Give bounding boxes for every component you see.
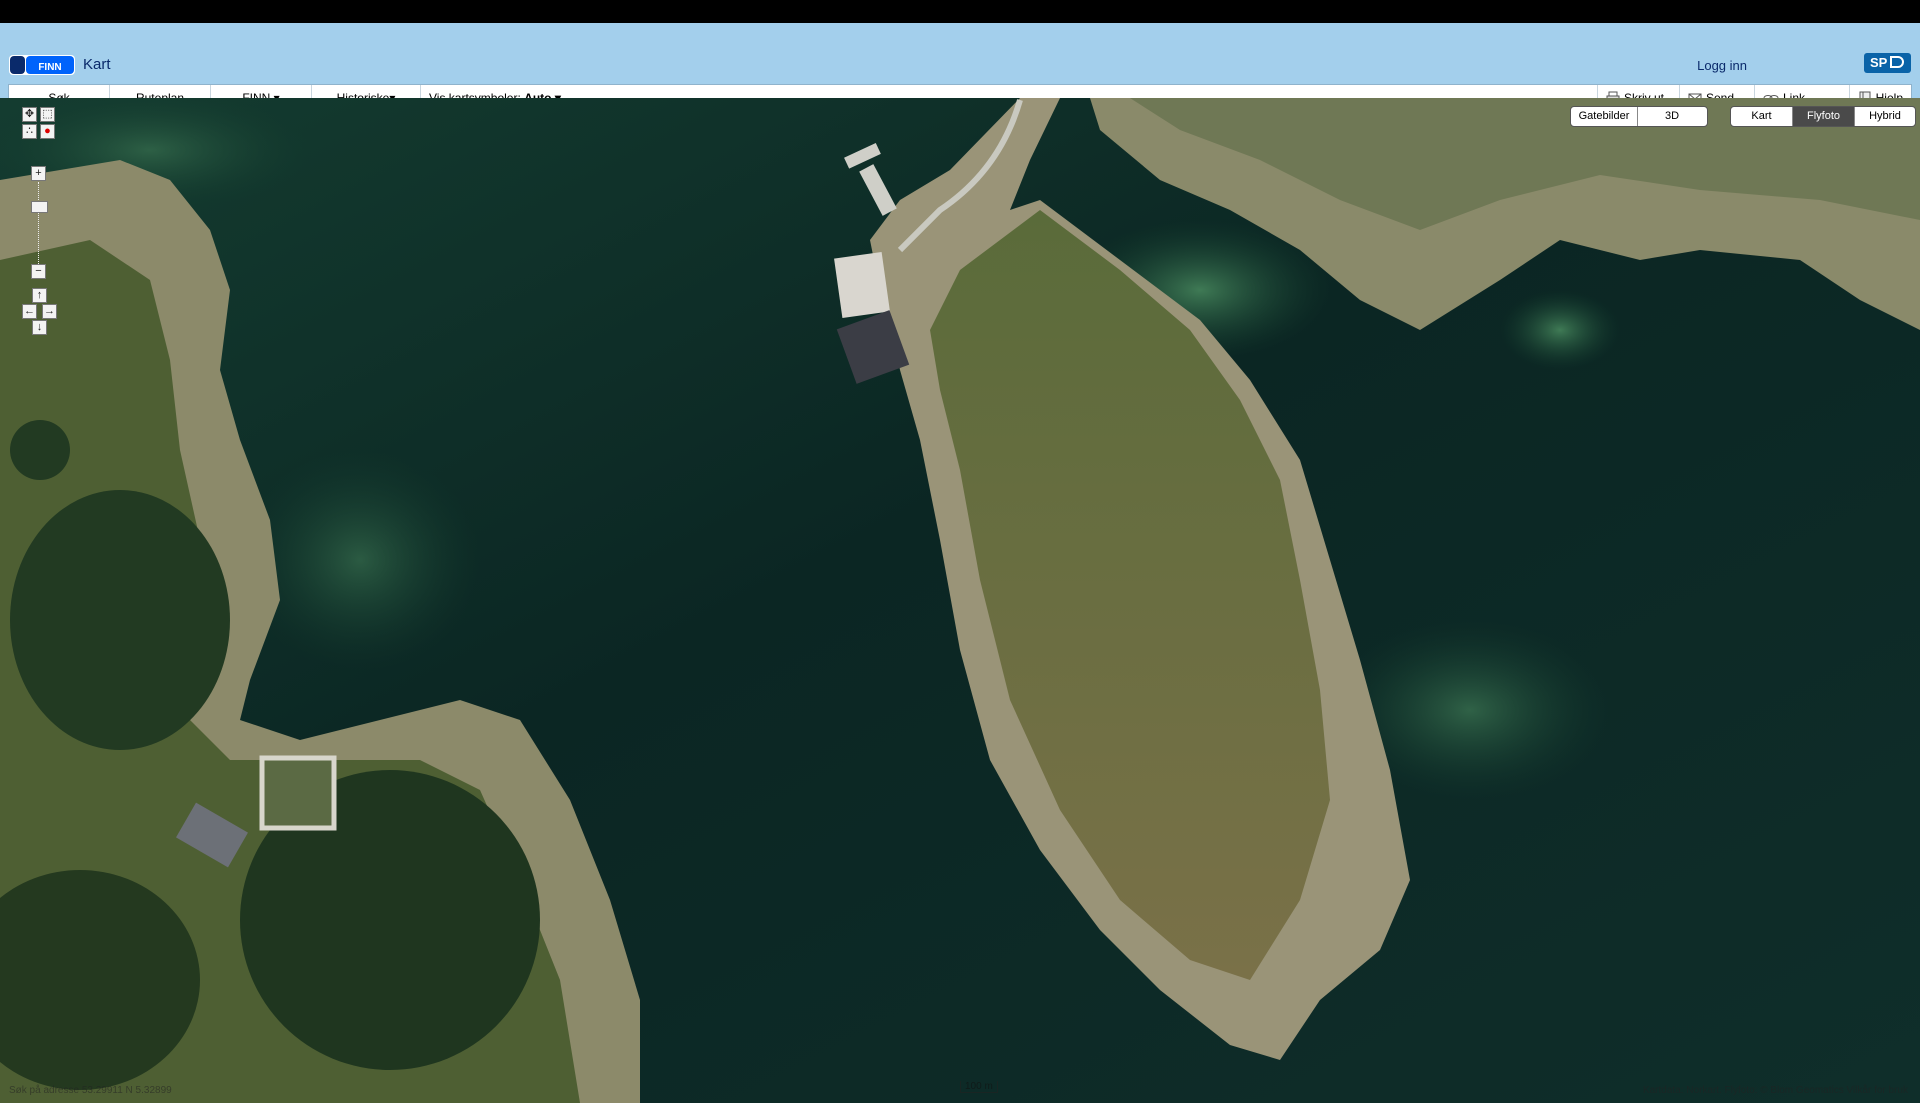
- zoom-slider-track[interactable]: [38, 182, 41, 264]
- partner-logo-text: SP: [1870, 55, 1888, 70]
- map-attribution[interactable]: Kartdata: Norkart. Flyfoto: © Blom Geoma…: [1643, 1085, 1908, 1096]
- svg-text:FINN: FINN: [38, 62, 61, 73]
- pan-tool-icon[interactable]: ✥: [22, 107, 37, 122]
- aerial-map[interactable]: ✥ ⬚ ∴ ● + − ↑ ← → ↓: [0, 98, 1920, 1103]
- measure-tool-icon[interactable]: ∴: [22, 124, 37, 139]
- pan-left-button[interactable]: ←: [22, 304, 37, 319]
- coordinates-readout: Søk på adresse 53.29911 N 5.32899: [9, 1085, 172, 1096]
- pan-up-button[interactable]: ↑: [32, 288, 47, 303]
- pan-right-button[interactable]: →: [42, 304, 57, 319]
- view-mode-group: Gatebilder 3D: [1570, 106, 1708, 127]
- layer-map-button[interactable]: Kart: [1731, 107, 1793, 126]
- map-pin-icon[interactable]: ●: [40, 124, 55, 139]
- partner-logo: SP: [1864, 53, 1911, 73]
- finn-logo[interactable]: FINN: [9, 55, 75, 75]
- login-link[interactable]: Logg inn: [1697, 58, 1747, 73]
- pan-down-button[interactable]: ↓: [32, 320, 47, 335]
- zoom-in-button[interactable]: +: [31, 166, 46, 181]
- layer-hybrid-button[interactable]: Hybrid: [1855, 107, 1915, 126]
- scale-bar: 100 m: [960, 1081, 998, 1093]
- select-area-icon[interactable]: ⬚: [40, 107, 55, 122]
- 3d-button[interactable]: 3D: [1638, 107, 1706, 126]
- street-view-button[interactable]: Gatebilder: [1571, 107, 1638, 126]
- zoom-slider-handle[interactable]: [31, 201, 48, 213]
- layer-mode-group: Kart Flyfoto Hybrid: [1730, 106, 1916, 127]
- app-header: FINN Kart Logg inn SP Søk Ruteplan FINN …: [0, 23, 1920, 112]
- layer-aerial-button[interactable]: Flyfoto: [1793, 107, 1855, 126]
- top-black-bar: [0, 0, 1920, 23]
- zoom-out-button[interactable]: −: [31, 264, 46, 279]
- aerial-photo: [0, 98, 1920, 1103]
- app-title: Kart: [83, 56, 111, 73]
